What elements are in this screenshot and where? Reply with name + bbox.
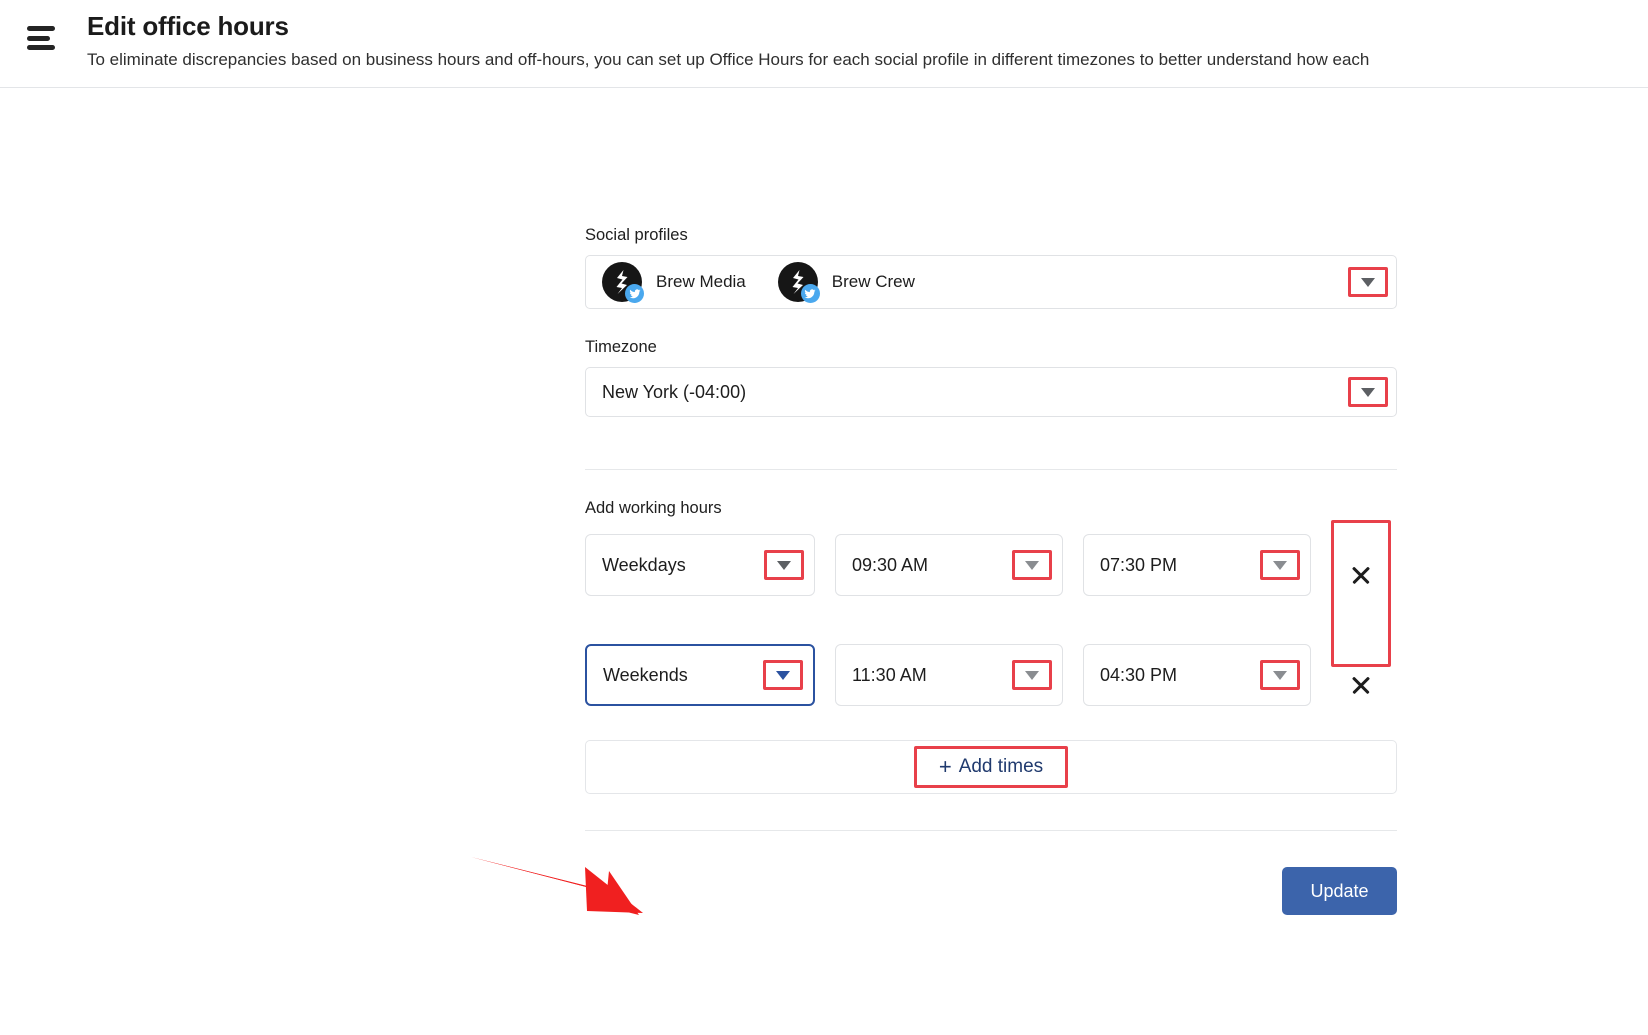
end-time-select-weekdays[interactable]: 07:30 PM (1083, 534, 1311, 596)
social-profiles-dropdown-button[interactable] (1348, 267, 1388, 297)
end-time-value: 07:30 PM (1100, 554, 1178, 575)
day-select-value: Weekends (603, 664, 688, 685)
page-title: Edit office hours (87, 11, 289, 41)
day-select-value: Weekdays (602, 554, 686, 575)
start-time-dropdown-button[interactable] (1012, 550, 1052, 580)
update-button[interactable]: Update (1282, 867, 1397, 915)
hamburger-bar-2 (27, 35, 50, 41)
end-time-dropdown-button[interactable] (1260, 660, 1300, 690)
start-time-dropdown-button[interactable] (1012, 660, 1052, 690)
page-description: To eliminate discrepancies based on busi… (87, 50, 1370, 69)
twitter-badge-icon (800, 284, 820, 303)
header-text-block: Edit office hours To eliminate discrepan… (87, 9, 1648, 73)
day-select-dropdown-button[interactable] (764, 550, 804, 580)
chevron-down-icon (776, 670, 790, 680)
day-select-dropdown-button[interactable] (763, 660, 803, 690)
hamburger-bar-3 (27, 45, 55, 50)
chevron-down-icon (777, 560, 791, 570)
working-hours-row: Weekends 11:30 AM 04:30 PM (585, 644, 1397, 706)
add-times-bar: + Add times (585, 740, 1397, 794)
social-profiles-select[interactable]: Brew Media Brew Crew (585, 255, 1397, 309)
avatar (602, 262, 644, 303)
twitter-badge-icon (625, 284, 644, 303)
day-select-weekdays[interactable]: Weekdays (585, 534, 815, 596)
profile-chip-brew-media: Brew Media (602, 262, 746, 303)
profile-name: Brew Crew (831, 272, 915, 291)
avatar (777, 262, 820, 303)
close-icon (1350, 674, 1372, 696)
footer-actions: Update (471, 857, 1397, 915)
day-select-weekends[interactable]: Weekends (585, 644, 815, 706)
pointer-arrow-annotation (471, 857, 643, 915)
working-hours-row: Weekdays 09:30 AM 07:30 PM (585, 534, 1397, 596)
page-header: Edit office hours To eliminate discrepan… (0, 0, 1648, 88)
chevron-down-icon (1361, 277, 1375, 287)
timezone-label: Timezone (585, 338, 657, 356)
chevron-down-icon (1025, 560, 1039, 570)
section-divider (585, 469, 1397, 470)
timezone-value: New York (-04:00) (602, 381, 747, 402)
social-profiles-label: Social profiles (585, 226, 688, 244)
start-time-value: 09:30 AM (852, 554, 929, 575)
add-times-button[interactable]: + Add times (913, 746, 1069, 788)
start-time-select-weekdays[interactable]: 09:30 AM (835, 534, 1063, 596)
end-time-value: 04:30 PM (1100, 664, 1178, 685)
timezone-select[interactable]: New York (-04:00) (585, 367, 1397, 417)
profile-name: Brew Media (656, 272, 746, 291)
end-time-select-weekends[interactable]: 04:30 PM (1083, 644, 1311, 706)
timezone-dropdown-button[interactable] (1348, 377, 1388, 407)
start-time-value: 11:30 AM (852, 664, 927, 685)
hamburger-bar-1 (27, 26, 55, 31)
remove-row-button[interactable] (1332, 656, 1390, 714)
footer-divider (585, 830, 1397, 831)
add-times-label: Add times (958, 756, 1044, 777)
plus-icon: + (938, 754, 952, 779)
profile-chip-brew-crew: Brew Crew (777, 262, 915, 303)
chevron-down-icon (1025, 670, 1039, 680)
start-time-select-weekends[interactable]: 11:30 AM (835, 644, 1063, 706)
close-icon (1350, 564, 1372, 586)
chevron-down-icon (1361, 387, 1375, 397)
working-hours-label: Add working hours (585, 499, 722, 517)
chevron-down-icon (1273, 560, 1287, 570)
hamburger-icon[interactable] (27, 26, 55, 50)
end-time-dropdown-button[interactable] (1260, 550, 1300, 580)
remove-row-button[interactable] (1332, 546, 1390, 604)
chevron-down-icon (1273, 670, 1287, 680)
office-hours-form: Social profiles Brew Media Brew Crew Tim… (471, 225, 1397, 915)
